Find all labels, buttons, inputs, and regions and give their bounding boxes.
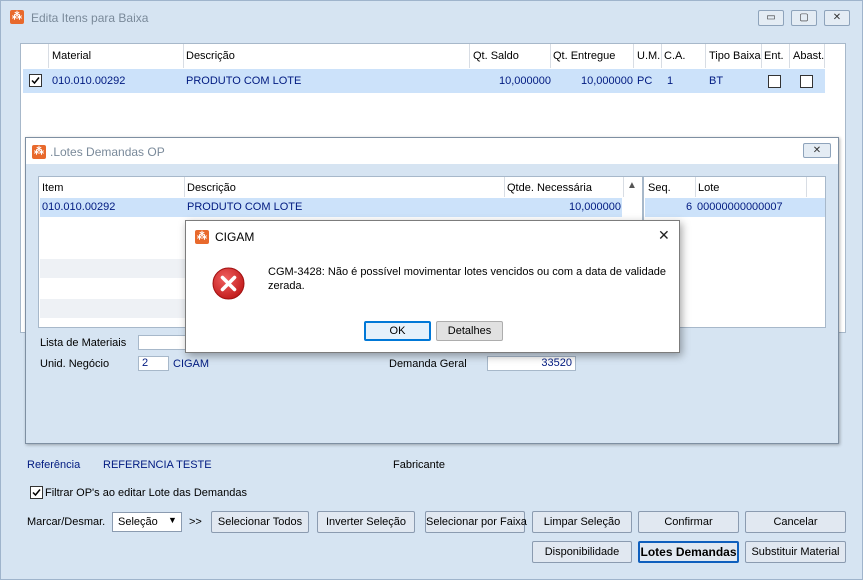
dialog-close-icon[interactable]: ✕ — [658, 227, 670, 244]
header-lote[interactable]: Lote — [698, 182, 719, 194]
scroll-up-icon[interactable]: ▲ — [627, 180, 637, 191]
check-icon — [31, 77, 40, 85]
marcar-select-value: Seleção — [118, 516, 158, 528]
lotes-window-title: .Lotes Demandas OP — [50, 145, 165, 159]
lotes-demandas-button[interactable]: Lotes Demandas — [638, 541, 739, 563]
unid-negocio-code-field[interactable]: 2 — [138, 356, 169, 371]
selecionar-por-faixa-button[interactable]: Selecionar por Faixa — [425, 511, 527, 533]
ok-button[interactable]: OK — [364, 321, 431, 341]
header-ent[interactable]: Ent. — [764, 50, 784, 62]
main-window: ⁂ Edita Itens para Baixa ▭ ▢ ✕ Material … — [0, 0, 863, 580]
check-icon — [32, 489, 41, 497]
lotes-close-button[interactable]: ✕ — [803, 143, 831, 158]
cell-lote: 00000000000007 — [697, 201, 783, 213]
dialog-message: CGM-3428: Não é possível movimentar lote… — [268, 266, 667, 292]
referencia-label: Referência — [27, 459, 81, 471]
header-tipo-baixa[interactable]: Tipo Baixa — [709, 50, 761, 62]
ent-checkbox[interactable] — [768, 75, 781, 88]
cell-material: 010.010.00292 — [52, 75, 126, 87]
header-qtde-necessaria[interactable]: Qtde. Necessária — [507, 182, 592, 194]
referencia-value: REFERENCIA TESTE — [103, 459, 212, 471]
window-title: Edita Itens para Baixa — [31, 11, 149, 25]
inverter-selecao-button[interactable]: Inverter Seleção — [317, 511, 415, 533]
cell-item: 010.010.00292 — [42, 201, 116, 213]
cell-seq: 6 — [686, 201, 693, 213]
cell-qtde: 10,000000 — [569, 201, 621, 213]
header-descricao[interactable]: Descrição — [187, 182, 236, 194]
chevron-down-icon: ▼ — [168, 515, 177, 525]
header-um[interactable]: U.M. — [637, 50, 660, 62]
error-dialog: ⁂ CIGAM ✕ CGM-3428: Não é possível movim… — [185, 220, 680, 353]
limpar-selecao-button[interactable]: Limpar Seleção — [532, 511, 632, 533]
error-icon — [212, 267, 245, 300]
unid-negocio-label: Unid. Negócio — [40, 358, 110, 370]
cell-qt-saldo: 10,000000 — [499, 75, 551, 87]
header-material[interactable]: Material — [52, 50, 91, 62]
dialog-app-icon: ⁂ — [195, 230, 209, 244]
header-descricao[interactable]: Descrição — [186, 50, 235, 62]
cell-tipo-baixa: BT — [709, 75, 724, 87]
cell-descricao: PRODUTO COM LOTE — [187, 201, 303, 213]
minimize-button[interactable]: ▭ — [758, 10, 784, 26]
filtrar-label: Filtrar OP's ao editar Lote das Demandas — [45, 487, 248, 499]
filtrar-checkbox[interactable] — [30, 486, 43, 499]
lista-materiais-label: Lista de Materiais — [40, 337, 127, 349]
cell-descricao: PRODUTO COM LOTE — [186, 75, 302, 87]
detalhes-button[interactable]: Detalhes — [436, 321, 503, 341]
arrows-label: >> — [189, 516, 202, 528]
demanda-geral-label: Demanda Geral — [389, 358, 467, 370]
title-bar: ⁂ Edita Itens para Baixa ▭ ▢ ✕ — [1, 1, 862, 33]
header-abast[interactable]: Abast. — [793, 50, 824, 62]
table-row[interactable] — [40, 198, 622, 217]
demanda-geral-field[interactable]: 33520 — [487, 356, 576, 371]
app-icon: ⁂ — [10, 10, 24, 24]
header-item[interactable]: Item — [42, 182, 63, 194]
selecionar-todos-button[interactable]: Selecionar Todos — [211, 511, 309, 533]
fabricante-label: Fabricante — [393, 459, 445, 471]
unid-negocio-name: CIGAM — [173, 358, 210, 370]
row-select-checkbox[interactable] — [29, 74, 42, 87]
disponibilidade-button[interactable]: Disponibilidade — [532, 541, 632, 563]
header-ca[interactable]: C.A. — [664, 50, 685, 62]
header-qt-saldo[interactable]: Qt. Saldo — [473, 50, 519, 62]
cell-qt-entregue: 10,000000 — [581, 75, 633, 87]
restore-button[interactable]: ▢ — [791, 10, 817, 26]
header-qt-entregue[interactable]: Qt. Entregue — [553, 50, 615, 62]
marcar-select[interactable]: Seleção ▼ — [112, 512, 182, 532]
lotes-window-icon: ⁂ — [32, 145, 46, 159]
marcar-label: Marcar/Desmar. — [27, 516, 106, 528]
dialog-title: CIGAM — [215, 230, 255, 244]
table-row[interactable] — [23, 69, 825, 93]
cell-um: PC — [637, 75, 653, 87]
cell-ca: 1 — [667, 75, 674, 87]
abast-checkbox[interactable] — [800, 75, 813, 88]
confirmar-button[interactable]: Confirmar — [638, 511, 739, 533]
cancelar-button[interactable]: Cancelar — [745, 511, 846, 533]
substituir-material-button[interactable]: Substituir Material — [745, 541, 846, 563]
close-button[interactable]: ✕ — [824, 10, 850, 26]
header-seq[interactable]: Seq. — [648, 182, 671, 194]
